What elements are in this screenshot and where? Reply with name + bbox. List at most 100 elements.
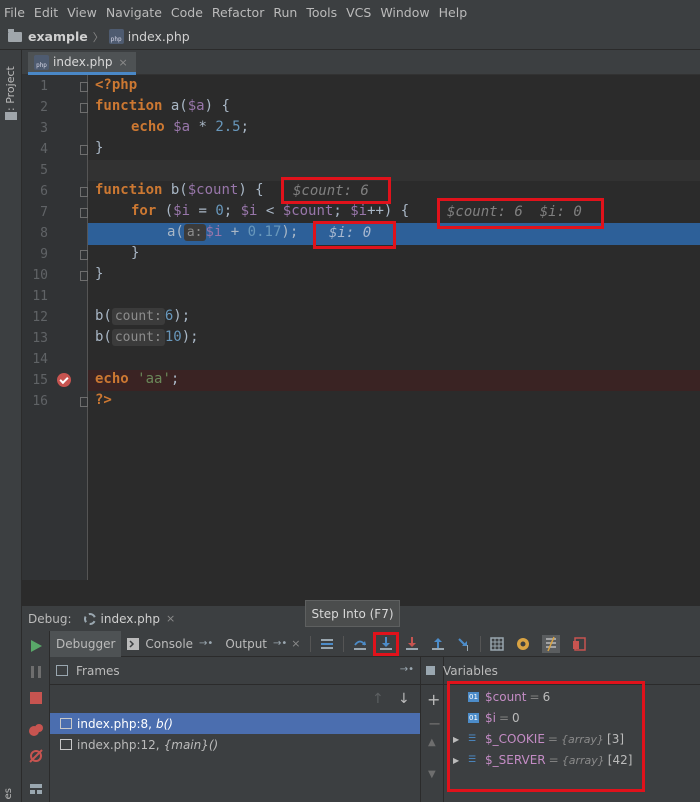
variable: $count <box>282 203 334 219</box>
code-text: ; <box>333 203 351 219</box>
frame-icon <box>60 739 72 750</box>
variable: $i <box>173 203 191 219</box>
tab-index-php[interactable]: php index.php × <box>28 52 136 75</box>
arrow-down-icon[interactable]: ↓ <box>398 691 410 707</box>
frames-header: Frames →• <box>50 657 420 685</box>
project-folder-icon <box>5 112 17 120</box>
fold-marker[interactable] <box>80 82 88 92</box>
debug-session-tab[interactable]: index.php <box>101 612 160 626</box>
frames-title: Frames <box>76 663 120 678</box>
highlight-box <box>281 177 391 204</box>
arrow-up-icon[interactable]: ↑ <box>372 691 384 707</box>
frame-row[interactable]: index.php:12, {main}() <box>50 734 420 755</box>
show-execution-point-icon[interactable] <box>320 637 334 651</box>
menu-view[interactable]: View <box>67 5 97 20</box>
pin-tab-icon[interactable]: →• <box>273 638 287 649</box>
line-number: 4 <box>40 142 48 157</box>
frames-icon <box>56 665 68 676</box>
add-watch-icon[interactable]: + <box>427 690 440 709</box>
menu-code[interactable]: Code <box>171 5 203 20</box>
layout-icon[interactable] <box>29 781 43 795</box>
code-text: ; <box>240 119 250 135</box>
close-icon[interactable]: × <box>118 56 127 69</box>
frame-row[interactable]: index.php:8, b() <box>50 713 420 734</box>
parameter-hint: count: <box>111 329 165 346</box>
code-text: a( <box>167 224 184 240</box>
remove-watch-icon[interactable]: − <box>428 714 441 733</box>
fold-marker[interactable] <box>80 397 88 407</box>
variable: $a <box>173 119 191 135</box>
code-editor[interactable] <box>88 75 700 580</box>
menu-help[interactable]: Help <box>439 5 468 20</box>
toolbar-separator <box>309 635 311 652</box>
console-icon <box>127 637 140 650</box>
menu-window[interactable]: Window <box>380 5 429 20</box>
line-number: 11 <box>32 289 48 304</box>
run-to-cursor-icon[interactable] <box>457 637 471 651</box>
debug-title: Debug: <box>28 611 72 626</box>
menu-refactor[interactable]: Refactor <box>212 5 264 20</box>
breadcrumb-file[interactable]: index.php <box>128 29 190 44</box>
fold-marker[interactable] <box>80 187 88 197</box>
frame-function: {main}() <box>163 737 219 752</box>
pin-panel-icon[interactable]: →• <box>400 664 414 675</box>
line-number: 3 <box>40 121 48 136</box>
fold-marker[interactable] <box>80 208 88 218</box>
stop-icon[interactable] <box>29 691 43 705</box>
line-number: 9 <box>40 247 48 262</box>
highlight-box <box>447 681 645 792</box>
force-step-into-icon[interactable] <box>405 636 419 651</box>
step-into-button[interactable] <box>372 631 399 656</box>
fold-marker[interactable] <box>80 271 88 281</box>
code-text: } <box>131 245 140 261</box>
code-text: = <box>190 203 216 219</box>
project-tool-button[interactable]: 1: Project <box>4 60 18 118</box>
menu-run[interactable]: Run <box>273 5 297 20</box>
pause-icon[interactable] <box>29 665 43 679</box>
string: 'aa' <box>137 371 171 387</box>
tab-console[interactable]: Console →• <box>121 631 219 657</box>
breakpoint-icon[interactable] <box>57 373 71 387</box>
step-over-icon[interactable] <box>353 637 367 651</box>
menu-edit[interactable]: Edit <box>34 5 58 20</box>
menu-vcs[interactable]: VCS <box>346 5 371 20</box>
line-number: 2 <box>40 100 48 115</box>
code-text: < <box>257 203 283 219</box>
show-values-inline-icon[interactable] <box>541 634 560 653</box>
fold-marker[interactable] <box>80 103 88 113</box>
code-text: * <box>190 119 216 135</box>
breadcrumb-project[interactable]: example <box>28 29 88 44</box>
menu-tools[interactable]: Tools <box>306 5 337 20</box>
mute-breakpoints-icon[interactable] <box>29 749 43 763</box>
code-line-7: for ($i = 0; $i < $count; $i++) { <box>131 203 409 219</box>
frame-location: index.php:8, <box>77 716 152 731</box>
debug-side-toolbar <box>22 631 50 802</box>
fold-marker[interactable] <box>80 250 88 260</box>
code-text: } <box>95 266 104 282</box>
evaluate-expression-icon[interactable] <box>489 636 504 651</box>
move-down-icon[interactable]: ▼ <box>428 769 436 780</box>
structure-tool-button[interactable]: es <box>3 788 17 799</box>
resume-icon[interactable] <box>29 639 43 653</box>
line-number: 8 <box>40 226 48 241</box>
fold-marker[interactable] <box>80 145 88 155</box>
watches-icon[interactable] <box>516 637 530 651</box>
code-line-12: b(count: 6); <box>95 308 190 325</box>
number: 0 <box>215 203 224 219</box>
menu-bar: File Edit View Navigate Code Refactor Ru… <box>0 0 700 24</box>
menu-file[interactable]: File <box>4 5 25 20</box>
code-text: a( <box>162 98 188 114</box>
close-icon[interactable]: × <box>291 637 300 650</box>
pin-tab-icon[interactable]: →• <box>199 638 213 649</box>
php-close-tag: ?> <box>95 392 112 408</box>
restore-layout-icon[interactable] <box>572 636 586 651</box>
tab-debugger[interactable]: Debugger <box>50 630 122 657</box>
close-icon[interactable]: × <box>166 612 175 625</box>
number: 2.5 <box>215 119 241 135</box>
step-out-icon[interactable] <box>431 637 445 651</box>
menu-navigate[interactable]: Navigate <box>106 5 162 20</box>
parameter-hint: count: <box>111 308 165 325</box>
view-breakpoints-icon[interactable] <box>29 723 43 737</box>
move-up-icon[interactable]: ▲ <box>428 737 436 748</box>
tab-output[interactable]: Output →• × <box>219 631 306 657</box>
